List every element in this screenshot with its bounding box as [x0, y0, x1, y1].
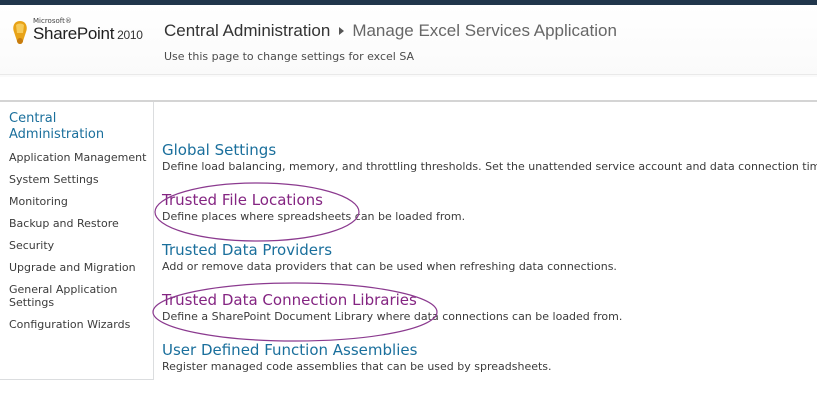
logo-product-text: SharePoint 2010 — [33, 24, 143, 44]
section-trusted-data-connection-libraries: Trusted Data Connection Libraries Define… — [162, 292, 623, 324]
trusted-file-locations-description: Define places where spreadsheets can be … — [162, 210, 466, 223]
trusted-data-providers-description: Add or remove data providers that can be… — [162, 260, 617, 273]
section-trusted-file-locations: Trusted File Locations Define places whe… — [162, 192, 466, 224]
section-user-defined-function-assemblies: User Defined Function Assemblies Registe… — [162, 342, 552, 374]
logo-product-name: SharePoint — [33, 24, 115, 43]
breadcrumb: Central Administration Manage Excel Servi… — [164, 21, 617, 41]
page-header: Microsoft® SharePoint 2010 Central Admini… — [0, 5, 817, 77]
page-title: Manage Excel Services Application — [352, 21, 617, 40]
user-defined-function-assemblies-description: Register managed code assemblies that ca… — [162, 360, 552, 373]
nav-item-application-management[interactable]: Application Management — [9, 151, 153, 164]
global-settings-description: Define load balancing, memory, and throt… — [162, 160, 817, 173]
trusted-data-connection-libraries-description: Define a SharePoint Document Library whe… — [162, 310, 623, 323]
nav-item-security[interactable]: Security — [9, 239, 153, 252]
nav-item-system-settings[interactable]: System Settings — [9, 173, 153, 186]
page-description: Use this page to change settings for exc… — [164, 50, 415, 63]
user-defined-function-assemblies-link[interactable]: User Defined Function Assemblies — [162, 342, 552, 359]
nav-item-general-application-settings[interactable]: General Application Settings — [9, 283, 139, 309]
header-divider — [0, 74, 817, 75]
nav-item-backup-and-restore[interactable]: Backup and Restore — [9, 217, 153, 230]
nav-item-monitoring[interactable]: Monitoring — [9, 195, 153, 208]
left-navigation: Central Administration Application Manag… — [0, 102, 154, 380]
nav-item-upgrade-and-migration[interactable]: Upgrade and Migration — [9, 261, 153, 274]
trusted-file-locations-link[interactable]: Trusted File Locations — [162, 192, 465, 209]
trusted-data-providers-link[interactable]: Trusted Data Providers — [162, 242, 617, 259]
sharepoint-logo-icon — [13, 21, 27, 44]
section-trusted-data-providers: Trusted Data Providers Add or remove dat… — [162, 242, 617, 274]
breadcrumb-arrow-icon — [339, 26, 345, 35]
main-content: Global Settings Define load balancing, m… — [154, 102, 817, 406]
nav-item-configuration-wizards[interactable]: Configuration Wizards — [9, 318, 153, 331]
breadcrumb-root-link[interactable]: Central Administration — [164, 21, 330, 40]
trusted-data-connection-libraries-link[interactable]: Trusted Data Connection Libraries — [162, 292, 622, 309]
logo-year: 2010 — [117, 28, 143, 42]
section-global-settings: Global Settings Define load balancing, m… — [162, 142, 817, 174]
sharepoint-logo[interactable]: Microsoft® SharePoint 2010 — [8, 17, 158, 57]
nav-heading-central-administration[interactable]: Central Administration — [9, 111, 149, 143]
global-settings-link[interactable]: Global Settings — [162, 142, 817, 159]
